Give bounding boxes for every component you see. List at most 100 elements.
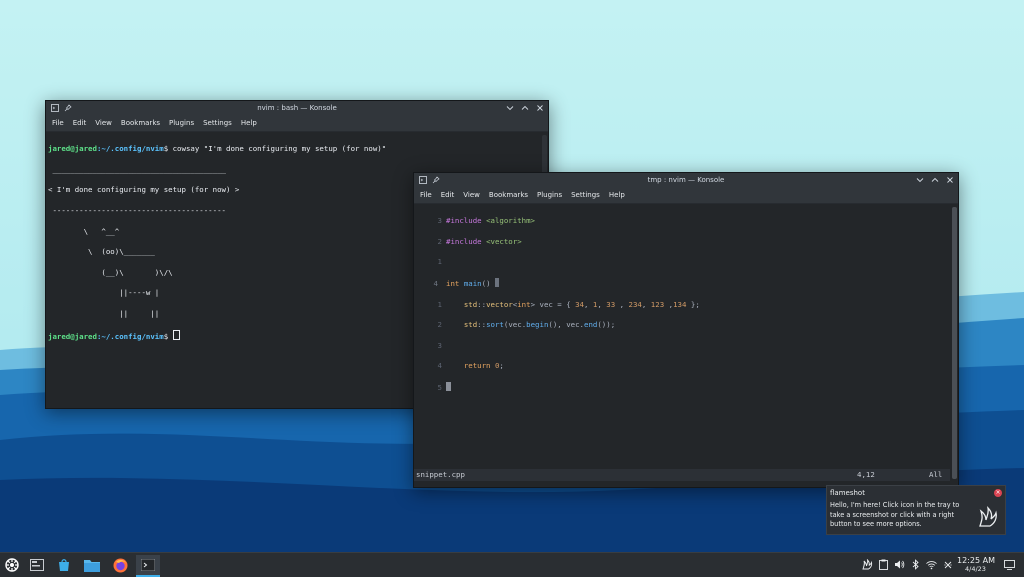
clock-date[interactable]: 4/4/23 bbox=[965, 565, 986, 573]
code-token: <algorithm> bbox=[486, 216, 536, 226]
code-line: 1 bbox=[416, 257, 948, 267]
code-token: , bbox=[641, 299, 651, 309]
code-token: std bbox=[463, 320, 478, 330]
line-number: 4 bbox=[437, 361, 442, 371]
file-manager-icon[interactable] bbox=[83, 556, 101, 574]
notification-body: Hello, I'm here! Click icon in the tray … bbox=[830, 501, 960, 528]
menu-bookmarks[interactable]: Bookmarks bbox=[489, 191, 528, 199]
app-launcher-icon[interactable] bbox=[3, 556, 21, 574]
menu-bookmarks[interactable]: Bookmarks bbox=[121, 119, 160, 127]
menu-view[interactable]: View bbox=[463, 191, 480, 199]
menu-edit[interactable]: Edit bbox=[441, 191, 455, 199]
maximize-chevron-up-icon[interactable] bbox=[930, 176, 939, 185]
line-number: 4 bbox=[433, 279, 438, 289]
code-token: , bbox=[664, 299, 674, 309]
menu-settings[interactable]: Settings bbox=[571, 191, 600, 199]
code-line: 5 bbox=[416, 382, 948, 393]
code-token: end bbox=[584, 320, 598, 330]
notification-app-name: flameshot bbox=[830, 489, 865, 497]
clipboard-icon[interactable] bbox=[878, 559, 889, 570]
code-line: 4 int main() bbox=[416, 278, 948, 289]
menu-help[interactable]: Help bbox=[609, 191, 625, 199]
code-token: }; bbox=[686, 299, 700, 309]
code-token: sort bbox=[486, 320, 504, 330]
discover-store-icon[interactable] bbox=[55, 556, 73, 574]
code-token: 134 bbox=[673, 299, 687, 309]
editor-cursor bbox=[446, 382, 451, 392]
code-line: 2 std::sort(vec.begin(), vec.end()); bbox=[416, 320, 948, 330]
bluetooth-icon[interactable] bbox=[910, 559, 921, 570]
code-token: int bbox=[446, 279, 460, 289]
wifi-icon[interactable] bbox=[926, 559, 937, 570]
editor-buffer[interactable]: 3 #include <algorithm> 2 #include <vector>… bbox=[414, 204, 950, 473]
line-number: 3 bbox=[437, 216, 442, 226]
prompt-path: :~/.config/nvim bbox=[96, 144, 164, 154]
firefox-icon[interactable] bbox=[111, 556, 129, 574]
line-number: 1 bbox=[437, 299, 442, 309]
code-token: 123 bbox=[650, 299, 665, 309]
prompt-path: :~/.config/nvim bbox=[96, 331, 164, 341]
volume-icon[interactable] bbox=[894, 559, 905, 570]
menu-help[interactable]: Help bbox=[241, 119, 257, 127]
terminal-cursor bbox=[172, 329, 180, 340]
code-token: begin bbox=[526, 320, 549, 330]
code-token: :: bbox=[477, 299, 487, 309]
line-number: 3 bbox=[437, 340, 442, 350]
code-token: , bbox=[597, 299, 607, 309]
line-number: 2 bbox=[437, 236, 442, 246]
konsole-icon[interactable] bbox=[136, 555, 160, 577]
code-line: 2 #include <vector> bbox=[416, 237, 948, 247]
code-line: 1 std::vector<int> vec = { 34, 1, 33 , 2… bbox=[416, 300, 948, 310]
window-titlebar[interactable]: nvim : bash — Konsole bbox=[46, 101, 548, 115]
command-text: $ cowsay "I'm done configuring my setup … bbox=[163, 144, 387, 154]
code-token: std bbox=[463, 299, 478, 309]
code-token: 34 bbox=[575, 299, 584, 309]
menu-edit[interactable]: Edit bbox=[73, 119, 87, 127]
konsole-nvim-window[interactable]: tmp : nvim — Konsole File Edit View Book… bbox=[413, 172, 959, 488]
terminal-app-icon[interactable] bbox=[418, 176, 427, 185]
maximize-chevron-up-icon[interactable] bbox=[520, 104, 529, 113]
terminal-app-icon[interactable] bbox=[50, 104, 59, 113]
window-title: nvim : bash — Konsole bbox=[257, 104, 337, 112]
flameshot-notification[interactable]: flameshot × Hello, I'm here! Click icon … bbox=[826, 485, 1006, 535]
menu-bar: File Edit View Bookmarks Plugins Setting… bbox=[414, 187, 958, 204]
code-token: ; bbox=[499, 361, 504, 371]
menu-plugins[interactable]: Plugins bbox=[169, 119, 194, 127]
code-token: 33 bbox=[606, 299, 616, 309]
code-token: int bbox=[517, 299, 531, 309]
command-line: jared@jared:~/.config/nvim$ cowsay "I'm … bbox=[48, 144, 538, 154]
line-number: 5 bbox=[437, 383, 442, 393]
menu-plugins[interactable]: Plugins bbox=[537, 191, 562, 199]
show-desktop-icon[interactable] bbox=[1004, 559, 1015, 570]
flameshot-tray-icon[interactable] bbox=[862, 559, 873, 570]
menu-bar: File Edit View Bookmarks Plugins Setting… bbox=[46, 115, 548, 132]
menu-view[interactable]: View bbox=[95, 119, 112, 127]
code-token: ()); bbox=[597, 320, 616, 330]
menu-settings[interactable]: Settings bbox=[203, 119, 232, 127]
prompt-user-host: jared@jared bbox=[48, 331, 97, 341]
clock-time[interactable]: 12:25 AM bbox=[957, 556, 995, 565]
code-token: vector bbox=[486, 299, 513, 309]
code-token: #include bbox=[446, 216, 482, 226]
code-token: (), vec. bbox=[548, 320, 584, 330]
code-line: 4 return 0; bbox=[416, 361, 948, 371]
close-icon[interactable]: × bbox=[994, 489, 1002, 497]
window-switcher-icon[interactable] bbox=[28, 556, 46, 574]
code-token: , bbox=[584, 299, 593, 309]
minimize-chevron-down-icon[interactable] bbox=[505, 104, 514, 113]
code-token: vec = { bbox=[535, 299, 576, 309]
pin-icon[interactable] bbox=[63, 104, 72, 113]
minimize-chevron-down-icon[interactable] bbox=[915, 176, 924, 185]
scrollbar[interactable] bbox=[952, 207, 957, 479]
code-token: #include bbox=[446, 236, 482, 246]
code-line: 3 #include <algorithm> bbox=[416, 216, 948, 226]
menu-file[interactable]: File bbox=[52, 119, 64, 127]
close-icon[interactable] bbox=[535, 104, 544, 113]
line-number: 2 bbox=[437, 320, 442, 330]
notifications-icon[interactable] bbox=[942, 559, 953, 570]
window-titlebar[interactable]: tmp : nvim — Konsole bbox=[414, 173, 958, 187]
close-icon[interactable] bbox=[945, 176, 954, 185]
pin-icon[interactable] bbox=[431, 176, 440, 185]
code-token: main bbox=[463, 279, 482, 289]
menu-file[interactable]: File bbox=[420, 191, 432, 199]
